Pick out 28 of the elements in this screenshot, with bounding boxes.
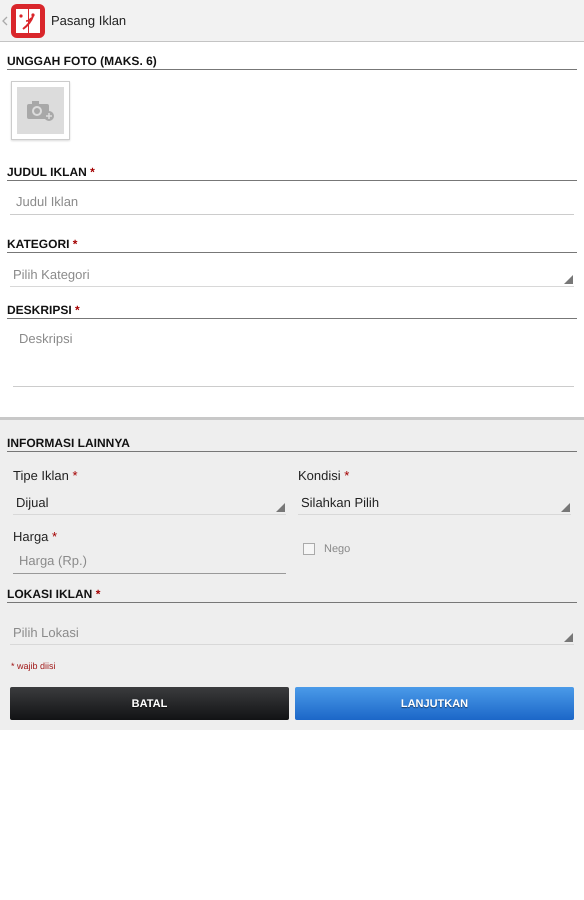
section-heading: JUDUL IKLAN * xyxy=(7,163,577,181)
text-input-field[interactable]: Judul Iklan xyxy=(10,189,574,215)
dropdown-corner-icon xyxy=(564,633,573,642)
continue-button[interactable]: LANJUTKAN xyxy=(295,687,574,720)
description-field[interactable]: Deskripsi xyxy=(13,323,574,387)
required-note: * wajib diisi xyxy=(10,661,56,671)
dropdown-corner-icon xyxy=(564,275,573,284)
field-label: Tipe Iklan * xyxy=(12,467,79,485)
back-icon[interactable] xyxy=(2,16,8,26)
cancel-button[interactable]: BATAL xyxy=(10,687,289,720)
section-heading: DESKRIPSI * xyxy=(7,301,577,319)
field-label: Harga * xyxy=(12,528,58,546)
dropdown-corner-icon xyxy=(276,503,285,512)
section-heading: INFORMASI LAINNYA xyxy=(7,434,577,452)
section-heading: UNGGAH FOTO (MAKS. 6) xyxy=(7,52,577,70)
section-heading: KATEGORI * xyxy=(7,235,577,253)
dropdown-corner-icon xyxy=(561,503,570,512)
field-label: Kondisi * xyxy=(297,467,350,485)
app-logo-icon[interactable] xyxy=(11,4,45,38)
add-photo-button[interactable] xyxy=(11,81,70,140)
checkbox-label: Nego xyxy=(324,543,350,555)
checkbox[interactable] xyxy=(303,543,315,555)
text-input-field[interactable]: Harga (Rp.) xyxy=(13,548,286,574)
dropdown-field[interactable]: Silahkan Pilih xyxy=(298,489,571,515)
camera-plus-icon xyxy=(26,100,54,122)
section-heading: LOKASI IKLAN * xyxy=(7,585,577,603)
dropdown-field[interactable]: Dijual xyxy=(13,489,286,515)
screen-title: Pasang Iklan xyxy=(51,13,126,28)
